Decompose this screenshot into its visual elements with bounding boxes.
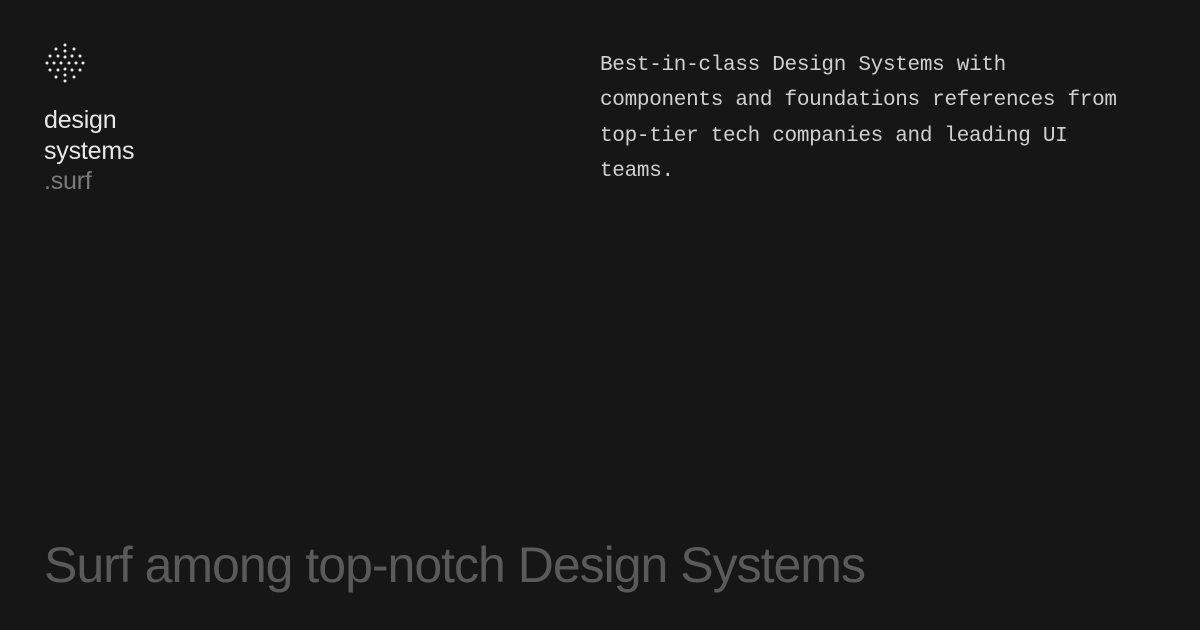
logo-text-line3: .surf	[44, 166, 134, 197]
headline-text: Surf among top-notch Design Systems	[44, 536, 865, 594]
logo-text-line2: systems	[44, 136, 134, 167]
logo-text: design systems .surf	[44, 105, 134, 197]
logo-icon	[44, 42, 134, 89]
logo-block: design systems .surf	[44, 42, 134, 197]
description-text: Best-in-class Design Systems with compon…	[600, 48, 1140, 189]
logo-text-line1: design	[44, 105, 134, 136]
